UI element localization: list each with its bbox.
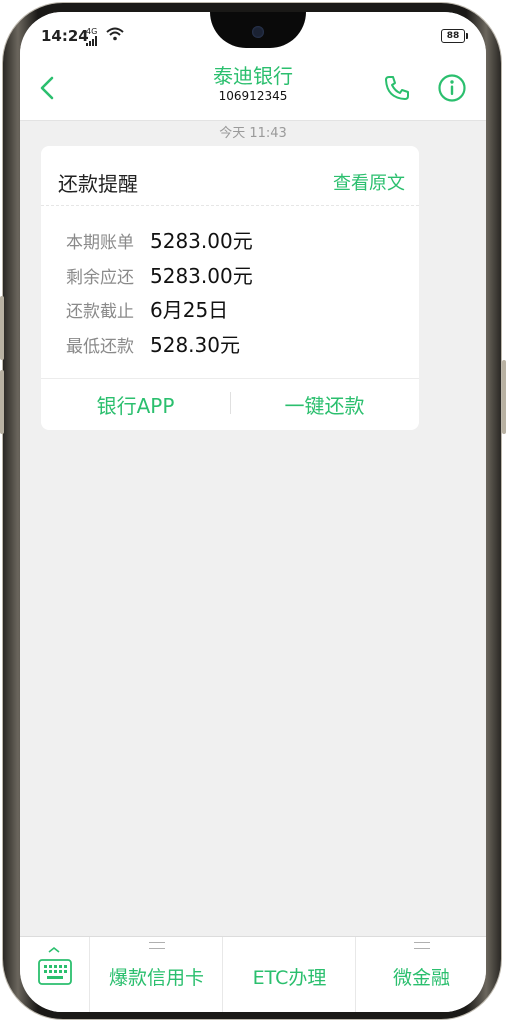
message-timestamp: 今天 11:43 [219,126,287,141]
repayment-reminder-card: 还款提醒 查看原文 本期账单 5283.00元 剩余应还 5283.00元 还款截止… [41,146,419,430]
detail-row: 最低还款 528.30元 [66,329,240,359]
card-divider [41,205,419,206]
row-label: 最低还款 [66,337,134,357]
signal-label: 4G [86,27,98,36]
menu-label: 微金融 [392,967,450,989]
bank-app-button[interactable]: 银行APP [41,390,230,419]
one-click-repay-button[interactable]: 一键还款 [230,390,419,419]
volume-button [0,296,4,360]
status-time: 14:24 [41,27,89,45]
sender-name: 泰迪银行 [213,64,293,88]
wifi-icon [106,27,124,41]
battery-level: 88 [446,31,460,41]
battery-icon: 88 [441,29,468,43]
front-camera [252,26,264,38]
row-value: 5283.00元 [150,264,253,288]
row-label: 本期账单 [66,233,134,253]
menu-label: 爆款信用卡 [108,967,204,989]
row-label: 还款截止 [66,302,134,322]
submenu-indicator-icon [148,942,165,949]
menu-micro-finance[interactable]: 微金融 [355,937,486,1012]
phone-call-icon[interactable] [383,74,411,102]
sender-number: 106912345 [218,89,288,103]
row-value: 6月25日 [150,298,229,322]
menu-hot-credit-card[interactable]: 爆款信用卡 [89,937,223,1012]
row-label: 剩余应还 [66,268,134,288]
row-value: 5283.00元 [150,229,253,253]
chevron-up-icon [48,946,60,953]
keyboard-toggle[interactable] [20,937,89,1012]
submenu-indicator-icon [413,942,430,949]
menu-etc[interactable]: ETC办理 [222,937,356,1012]
chat-header: 泰迪银行 106912345 [20,56,486,121]
phone-screen: 14:24 4G 88 泰迪银行 106912345 今天 11:43 还款提醒… [20,12,486,1012]
info-icon[interactable] [437,73,467,103]
row-value: 528.30元 [150,333,240,357]
power-button [502,360,506,434]
detail-row: 还款截止 6月25日 [66,294,228,324]
keyboard-icon [38,959,72,985]
detail-row: 本期账单 5283.00元 [66,225,253,255]
detail-row: 剩余应还 5283.00元 [66,260,253,290]
card-title: 还款提醒 [58,172,138,196]
bottom-menu-bar: 爆款信用卡 ETC办理 微金融 [20,936,486,1012]
card-footer-divider [41,378,419,379]
view-original-link[interactable]: 查看原文 [333,169,405,195]
signal-icon: 4G [86,28,98,46]
menu-label: ETC办理 [252,967,327,989]
volume-button [0,370,4,434]
